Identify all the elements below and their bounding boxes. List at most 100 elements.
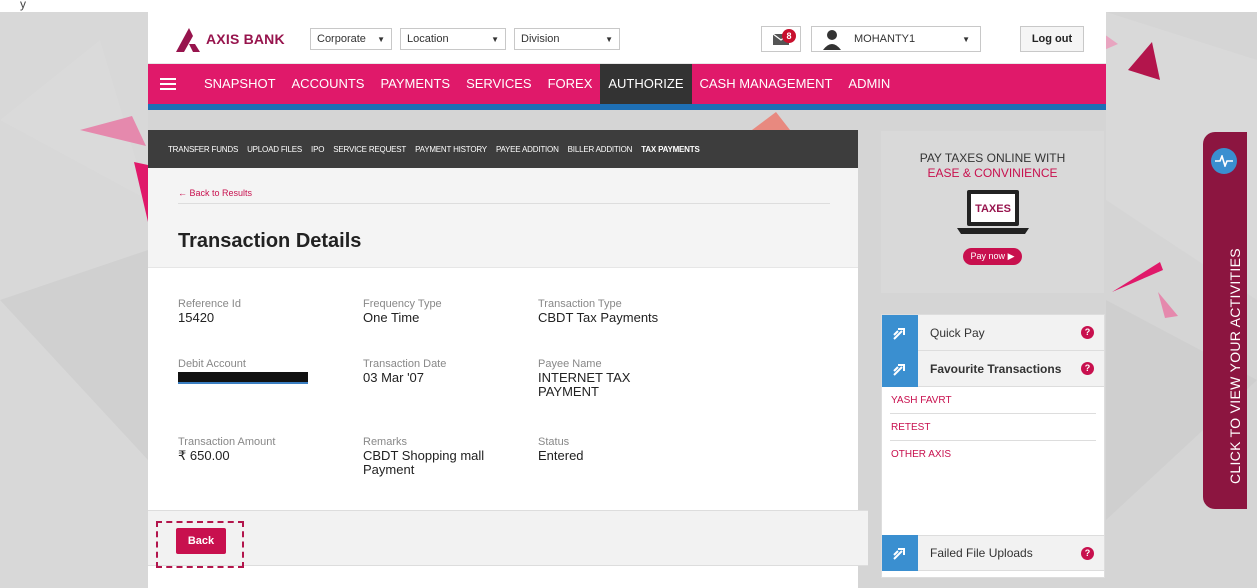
field-frequency-type: Frequency Type One Time xyxy=(363,298,442,325)
field-label: Transaction Amount xyxy=(178,436,276,448)
field-value: INTERNET TAX xyxy=(538,370,631,385)
failed-file-uploads-row[interactable]: Failed File Uploads ? xyxy=(882,535,1104,571)
nav-forex[interactable]: FOREX xyxy=(540,64,601,104)
chevron-down-icon: ▼ xyxy=(962,34,970,44)
back-button[interactable]: Back xyxy=(176,528,226,554)
field-remarks: Remarks CBDT Shopping mall Payment xyxy=(363,436,484,477)
share-arrow-icon xyxy=(882,350,918,387)
chevron-down-icon: ▼ xyxy=(377,34,385,44)
subnav-transfer-funds[interactable]: TRANSFER FUNDS xyxy=(168,145,238,154)
promo-subheading: EASE & CONVINIENCE xyxy=(927,166,1058,180)
field-debit-account: Debit Account xyxy=(178,358,308,384)
subnav-upload-files[interactable]: UPLOAD FILES xyxy=(247,145,302,154)
quick-pay-row[interactable]: Quick Pay ? xyxy=(882,314,1104,351)
favourite-item[interactable]: YASH FAVRT xyxy=(890,387,1096,414)
sub-nav: TRANSFER FUNDS UPLOAD FILES IPO SERVICE … xyxy=(148,130,858,175)
messages-button[interactable]: 8 xyxy=(761,26,801,52)
favourite-transactions-row[interactable]: Favourite Transactions ? xyxy=(882,350,1104,387)
pay-taxes-promo[interactable]: PAY TAXES ONLINE WITH EASE & CONVINIENCE… xyxy=(881,131,1104,293)
subnav-biller-addition[interactable]: BILLER ADDITION xyxy=(568,145,633,154)
quick-pay-label: Quick Pay xyxy=(930,325,985,340)
brand-name: AXIS BANK xyxy=(206,31,285,47)
subnav-ipo[interactable]: IPO xyxy=(311,145,324,154)
field-label: Payee Name xyxy=(538,358,602,370)
location-select[interactable]: Location ▼ xyxy=(400,28,506,50)
subnav-payee-addition[interactable]: PAYEE ADDITION xyxy=(496,145,559,154)
transaction-fields: Reference Id 15420 Frequency Type One Ti… xyxy=(148,268,858,508)
action-bar: Back xyxy=(148,510,868,568)
user-icon xyxy=(823,30,841,50)
field-label: Debit Account xyxy=(178,358,246,370)
field-label: Status xyxy=(538,436,570,448)
field-value: CBDT Shopping mall xyxy=(363,448,485,463)
field-transaction-type: Transaction Type CBDT Tax Payments xyxy=(538,298,658,325)
quick-panel: Quick Pay ? Favourite Transactions ? YAS… xyxy=(881,314,1105,578)
main-content: TRANSFER FUNDS UPLOAD FILES IPO SERVICE … xyxy=(148,130,868,588)
field-value: 15420 xyxy=(178,310,215,325)
pay-now-label: Pay now xyxy=(970,251,1006,261)
pay-now-button[interactable]: Pay now ▶ xyxy=(962,248,1023,265)
redacted-account-number xyxy=(178,372,308,384)
field-label: Remarks xyxy=(363,436,408,448)
help-icon[interactable]: ? xyxy=(1081,546,1094,560)
logout-button[interactable]: Log out xyxy=(1020,26,1084,52)
field-transaction-amount: Transaction Amount ₹ 650.00 xyxy=(178,436,275,463)
page-title: Transaction Details xyxy=(178,230,362,252)
main-nav: SNAPSHOT ACCOUNTS PAYMENTS SERVICES FORE… xyxy=(148,64,1106,104)
corporate-select[interactable]: Corporate ▼ xyxy=(310,28,392,50)
corporate-select-label: Corporate xyxy=(317,33,366,45)
nav-admin[interactable]: ADMIN xyxy=(840,64,898,104)
hamburger-menu-icon[interactable] xyxy=(160,75,176,93)
nav-services[interactable]: SERVICES xyxy=(458,64,540,104)
favourite-item[interactable]: RETEST xyxy=(890,414,1096,441)
share-arrow-icon xyxy=(882,535,918,571)
header: AXIS BANK Corporate ▼ Location ▼ Divisio… xyxy=(148,12,1106,64)
share-arrow-icon xyxy=(882,314,918,351)
user-menu[interactable]: MOHANTY1 ▼ xyxy=(811,26,981,52)
username: MOHANTY1 xyxy=(854,33,916,45)
chevron-down-icon: ▼ xyxy=(491,34,499,44)
field-label: Frequency Type xyxy=(363,298,442,310)
field-reference-id: Reference Id 15420 xyxy=(178,298,241,325)
play-icon: ▶ xyxy=(1007,251,1015,261)
favourite-item[interactable]: OTHER AXIS xyxy=(890,441,1096,467)
location-select-label: Location xyxy=(407,33,449,45)
nav-accounts[interactable]: ACCOUNTS xyxy=(284,64,373,104)
field-status: Status Entered xyxy=(538,436,584,463)
top-strip xyxy=(0,0,1257,12)
axis-logo-icon xyxy=(176,28,200,52)
subnav-tax-payments[interactable]: TAX PAYMENTS xyxy=(641,145,700,154)
field-value: One Time xyxy=(363,310,420,325)
field-label: Transaction Type xyxy=(538,298,622,310)
laptop-icon: TAXES xyxy=(953,188,1033,238)
failed-file-uploads-label: Failed File Uploads xyxy=(930,546,1033,560)
details-header: ← Back to Results Transaction Details xyxy=(148,168,858,268)
notification-badge: 8 xyxy=(782,29,796,43)
view-activities-tab[interactable]: CLICK TO VIEW YOUR ACTIVITIES xyxy=(1203,132,1247,509)
promo-heading: PAY TAXES ONLINE WITH xyxy=(919,151,1066,165)
subnav-service-request[interactable]: SERVICE REQUEST xyxy=(333,145,406,154)
status-value: Entered xyxy=(538,448,584,463)
nav-authorize[interactable]: AUTHORIZE xyxy=(600,64,692,104)
nav-cash-management[interactable]: CASH MANAGEMENT xyxy=(692,64,841,104)
view-activities-label: CLICK TO VIEW YOUR ACTIVITIES xyxy=(1227,248,1243,484)
nav-payments[interactable]: PAYMENTS xyxy=(372,64,458,104)
division-select-label: Division xyxy=(521,33,560,45)
help-icon[interactable]: ? xyxy=(1081,362,1094,375)
back-to-results-link[interactable]: ← Back to Results xyxy=(178,188,252,198)
field-value: 03 Mar '07 xyxy=(363,370,425,385)
pulse-icon xyxy=(1211,148,1237,174)
brand-logo[interactable]: AXIS BANK xyxy=(174,26,285,52)
laptop-graphic: TAXES xyxy=(956,190,1029,234)
division-select[interactable]: Division ▼ xyxy=(514,28,620,50)
nav-snapshot[interactable]: SNAPSHOT xyxy=(196,64,284,104)
field-label: Transaction Date xyxy=(363,358,447,370)
field-value: ₹ 650.00 xyxy=(178,448,230,463)
help-icon[interactable]: ? xyxy=(1081,326,1094,339)
divider xyxy=(178,203,830,204)
laptop-screen-text: TAXES xyxy=(975,203,1011,215)
subnav-payment-history[interactable]: PAYMENT HISTORY xyxy=(415,145,487,154)
field-label: Reference Id xyxy=(178,298,241,310)
field-value: CBDT Tax Payments xyxy=(538,310,659,325)
field-transaction-date: Transaction Date 03 Mar '07 xyxy=(363,358,446,385)
